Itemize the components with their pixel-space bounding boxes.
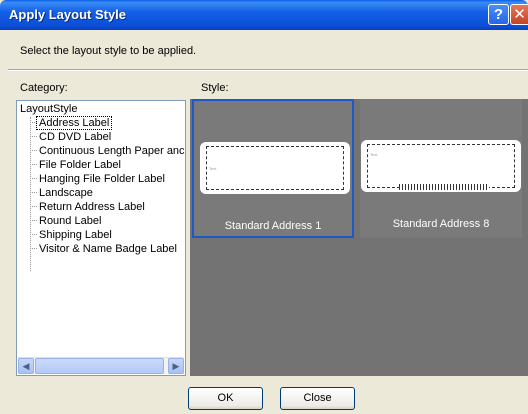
- tree-item-label: Landscape: [39, 187, 93, 199]
- tree-item-label: Return Address Label: [39, 201, 145, 213]
- tree-item-label: Address Label: [35, 116, 113, 130]
- tree-item-label: Hanging File Folder Label: [39, 173, 165, 185]
- preview-text: Text: [370, 152, 378, 157]
- style-label: Style:: [201, 82, 229, 94]
- tree-connector: [30, 150, 37, 152]
- barcode-icon: [399, 184, 489, 190]
- tree-connector: [30, 248, 37, 250]
- style-gallery: Text Standard Address 1 Text Standard Ad…: [190, 99, 528, 376]
- label-outline: [206, 146, 344, 190]
- label-preview: Text: [361, 140, 521, 192]
- tree-item[interactable]: Return Address Label: [30, 201, 147, 215]
- tree-item-label: CD DVD Label: [39, 131, 112, 143]
- tree-item-label: Shipping Label: [39, 229, 112, 241]
- tree-connector: [30, 206, 37, 208]
- tree-item[interactable]: Visitor & Name Badge Label: [30, 243, 179, 257]
- scroll-left-icon[interactable]: ◀: [18, 358, 34, 374]
- style-card-title: Standard Address 1: [224, 220, 322, 232]
- close-window-button[interactable]: ✕: [510, 4, 528, 25]
- tree-connector: [30, 136, 37, 138]
- style-card-title: Standard Address 8: [392, 218, 490, 230]
- tree-connector: [30, 164, 37, 166]
- ok-button[interactable]: OK: [188, 387, 263, 410]
- category-label: Category:: [20, 82, 68, 94]
- tree-item[interactable]: Address Label: [30, 116, 113, 131]
- label-outline: [367, 144, 515, 188]
- tree-item-label: Visitor & Name Badge Label: [39, 243, 177, 255]
- scroll-right-icon[interactable]: ▶: [168, 358, 184, 374]
- tree-item-label: File Folder Label: [39, 159, 121, 171]
- horizontal-scrollbar[interactable]: ◀ ▶: [18, 357, 184, 374]
- separator: [8, 69, 528, 71]
- scroll-thumb[interactable]: [35, 358, 164, 374]
- tree-item[interactable]: Shipping Label: [30, 229, 114, 243]
- tree-connector: [30, 178, 37, 180]
- tree-item[interactable]: Continuous Length Paper anc: [30, 145, 185, 159]
- title-bar[interactable]: Apply Layout Style ? ✕: [0, 0, 528, 30]
- tree-connector: [30, 122, 37, 124]
- tree-item-label: Continuous Length Paper anc: [39, 145, 185, 157]
- tree-item-label: Round Label: [39, 215, 102, 227]
- label-preview: Text: [200, 142, 350, 194]
- tree-root-layoutstyle[interactable]: LayoutStyle: [20, 103, 77, 115]
- tree-item[interactable]: CD DVD Label: [30, 131, 113, 145]
- window-title: Apply Layout Style: [9, 7, 127, 22]
- tree-item[interactable]: Hanging File Folder Label: [30, 173, 167, 187]
- tree-item[interactable]: File Folder Label: [30, 159, 123, 173]
- category-tree[interactable]: LayoutStyle Address Label CD DVD Label Con…: [16, 100, 186, 376]
- instruction-text: Select the layout style to be applied.: [20, 45, 197, 57]
- tree-connector: [30, 220, 37, 222]
- style-card-standard-address-8[interactable]: Text Standard Address 8: [360, 99, 522, 238]
- tree-item[interactable]: Landscape: [30, 187, 95, 201]
- tree-item[interactable]: Round Label: [30, 215, 103, 229]
- tree-connector: [30, 234, 37, 236]
- style-card-standard-address-1[interactable]: Text Standard Address 1: [192, 99, 354, 238]
- preview-text: Text: [209, 166, 217, 171]
- help-button[interactable]: ?: [488, 4, 509, 25]
- close-button[interactable]: Close: [280, 387, 355, 410]
- tree-connector: [30, 192, 37, 194]
